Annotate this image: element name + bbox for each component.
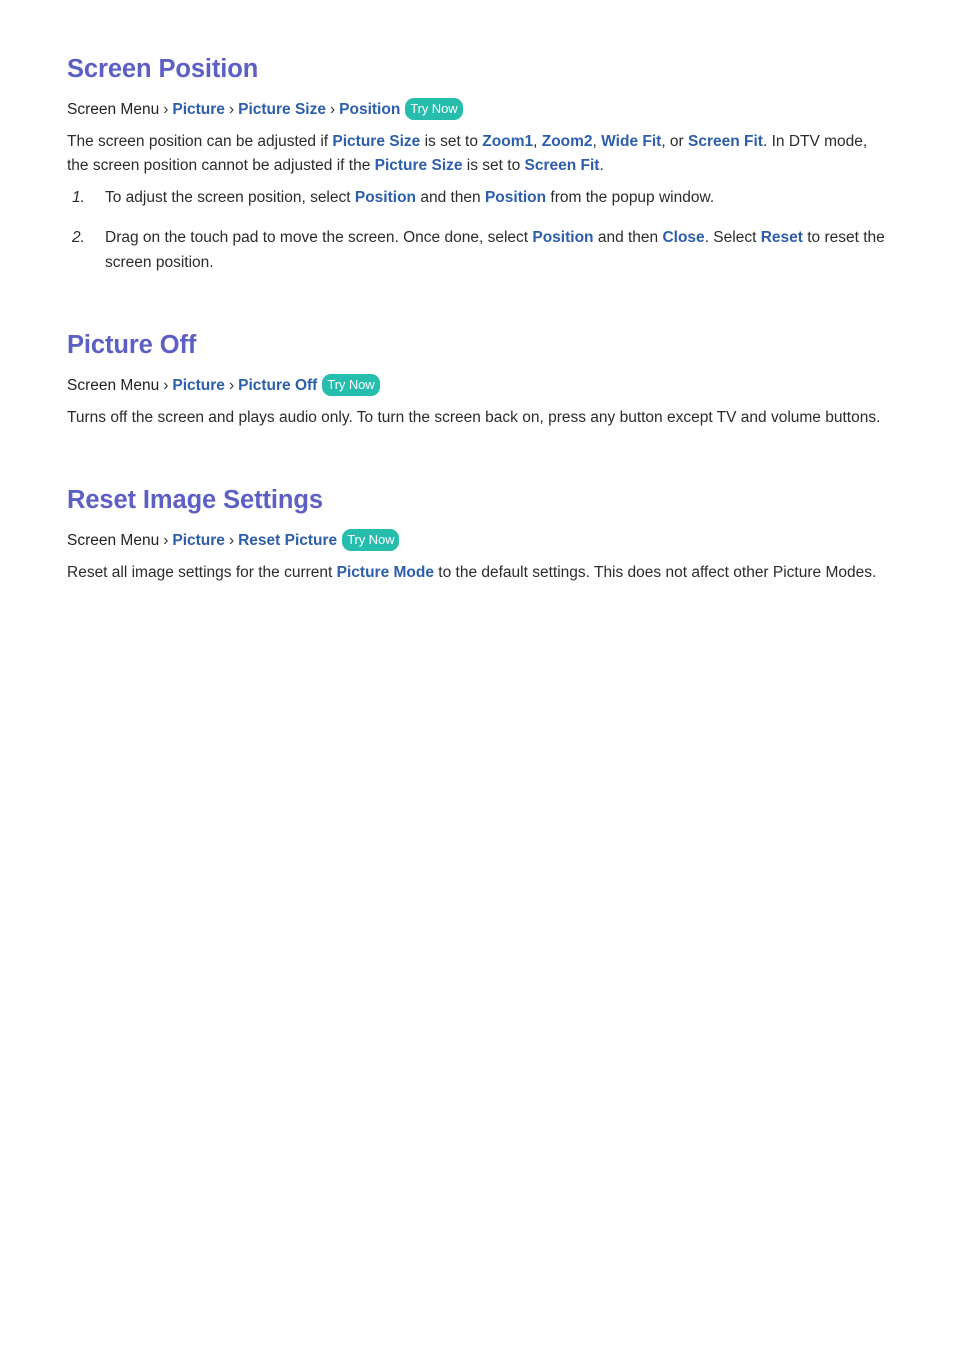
breadcrumb-item-picture-off[interactable]: Picture Off	[238, 377, 317, 394]
try-now-badge[interactable]: Try Now	[322, 373, 380, 396]
keyword-position[interactable]: Position	[532, 229, 593, 246]
page-title-picture-off: Picture Off	[67, 330, 197, 359]
keyword-position[interactable]: Position	[355, 189, 416, 206]
keyword-picture-mode[interactable]: Picture Mode	[337, 564, 434, 581]
section-screen-position: Screen Position Screen Menu › Picture › Pict…	[67, 55, 887, 275]
breadcrumb-root: Screen Menu	[67, 377, 160, 395]
keyword-picture-size[interactable]: Picture Size	[332, 133, 420, 150]
text-fragment: and then	[593, 228, 663, 246]
page-title-reset-image-settings: Reset Image Settings	[67, 485, 323, 514]
breadcrumb-root: Screen Menu	[67, 531, 160, 549]
breadcrumb-separator-icon: ›	[228, 377, 235, 395]
document-page: Screen Position Screen Menu › Picture › Pict…	[0, 0, 954, 1350]
text-fragment: ,	[533, 133, 542, 151]
list-item: 2. Drag on the touch pad to move the scre…	[67, 225, 887, 275]
text-fragment: is set to	[420, 133, 483, 151]
try-now-badge[interactable]: Try Now	[405, 98, 463, 121]
keyword-screen-fit[interactable]: Screen Fit	[688, 133, 763, 150]
breadcrumb-separator-icon: ›	[163, 531, 169, 549]
paragraph-reset-image-settings: Reset all image settings for the current…	[67, 561, 887, 585]
breadcrumb-item-picture[interactable]: Picture	[172, 532, 225, 549]
text-fragment: is set to	[462, 156, 525, 174]
breadcrumb-item-picture[interactable]: Picture	[172, 101, 225, 118]
text-fragment: .	[599, 156, 604, 174]
breadcrumb-separator-icon: ›	[163, 377, 169, 395]
keyword-zoom1[interactable]: Zoom1	[482, 133, 533, 150]
keyword-reset[interactable]: Reset	[761, 229, 803, 246]
text-fragment: and then	[416, 189, 485, 207]
list-item-number: 1.	[72, 189, 85, 207]
breadcrumb-item-reset-picture[interactable]: Reset Picture	[238, 532, 337, 549]
text-fragment: Reset all image settings for the current	[67, 563, 337, 581]
keyword-wide-fit[interactable]: Wide Fit	[601, 133, 661, 150]
breadcrumb-item-position[interactable]: Position	[339, 101, 400, 118]
breadcrumb-item-picture-size[interactable]: Picture Size	[238, 101, 326, 118]
keyword-picture-size[interactable]: Picture Size	[375, 157, 463, 174]
list-item: 1. To adjust the screen position, select …	[67, 185, 887, 210]
text-fragment: , or	[661, 133, 689, 151]
text-fragment: to the default settings. This does not a…	[433, 563, 877, 581]
breadcrumb-separator-icon: ›	[228, 101, 235, 119]
paragraph-screen-position: The screen position can be adjusted if P…	[67, 130, 887, 177]
breadcrumb-separator-icon: ›	[228, 531, 235, 549]
breadcrumb-separator-icon: ›	[163, 101, 169, 119]
document-content: Screen Position Screen Menu › Picture › Pict…	[67, 55, 887, 587]
text-fragment: from the popup window.	[546, 189, 715, 207]
breadcrumb-picture-off: Screen Menu › Picture › Picture Off Try Now	[67, 373, 887, 398]
text-fragment: To adjust the screen position, select	[105, 189, 355, 207]
keyword-screen-fit[interactable]: Screen Fit	[525, 157, 600, 174]
section-picture-off: Picture Off Screen Menu › Picture › Picture …	[67, 331, 887, 430]
breadcrumb-root: Screen Menu	[67, 101, 160, 119]
steps-list-screen-position: 1. To adjust the screen position, select …	[67, 185, 887, 274]
text-fragment: Drag on the touch pad to move the screen…	[105, 228, 533, 246]
keyword-zoom2[interactable]: Zoom2	[542, 133, 593, 150]
keyword-close[interactable]: Close	[662, 229, 704, 246]
text-fragment: . Select	[704, 228, 761, 246]
text-fragment: The screen position can be adjusted if	[67, 133, 333, 151]
section-reset-image-settings: Reset Image Settings Screen Menu › Picture…	[67, 486, 887, 585]
page-title-screen-position: Screen Position	[67, 55, 259, 83]
text-fragment: ,	[592, 133, 602, 151]
keyword-position[interactable]: Position	[485, 189, 546, 206]
try-now-badge[interactable]: Try Now	[342, 528, 400, 551]
paragraph-picture-off: Turns off the screen and plays audio onl…	[67, 409, 881, 427]
breadcrumb-item-picture[interactable]: Picture	[172, 377, 225, 394]
breadcrumb-screen-position: Screen Menu › Picture › Picture Size › Positio…	[67, 98, 887, 122]
list-item-number: 2.	[72, 228, 85, 246]
breadcrumb-separator-icon: ›	[329, 101, 336, 119]
breadcrumb-reset-image-settings: Screen Menu › Picture › Reset Picture Try Now	[67, 528, 887, 553]
